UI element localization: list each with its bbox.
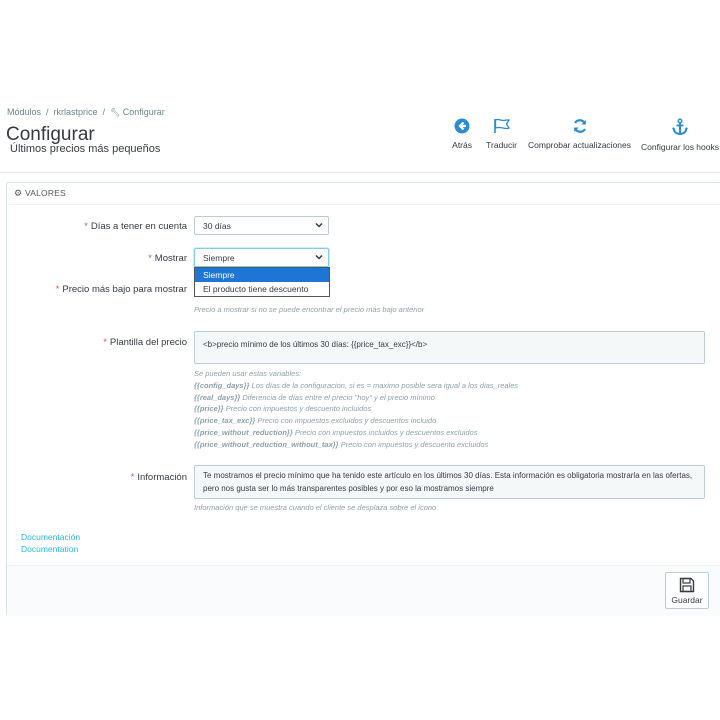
translate-label: Traducir	[486, 140, 517, 150]
days-label: * Días a tener en cuenta	[84, 221, 187, 232]
days-select-value: 30 días	[203, 221, 231, 231]
save-label: Guardar	[671, 595, 703, 605]
info-field[interactable]: Te mostramos el precio mínimo que ha ten…	[194, 465, 705, 499]
documentation-link-es[interactable]: Documentación	[21, 532, 80, 544]
configure-hooks-button[interactable]: Configurar los hooks	[641, 118, 719, 152]
floppy-disk-icon	[679, 577, 695, 593]
documentation-link-en[interactable]: Documentation	[21, 544, 80, 556]
info-label: * Información	[130, 472, 187, 483]
lowest-price-label: * Precio más bajo para mostrar	[55, 284, 187, 295]
breadcrumb: Módulos / rkrlastprice / 🔧︎ Configurar	[7, 107, 165, 117]
show-dropdown: Siempre El producto tiene descuento	[194, 267, 330, 297]
refresh-icon	[573, 119, 586, 133]
breadcrumb-configure: Configurar	[122, 107, 165, 117]
page-subtitle: Últimos precios más pequeños	[10, 143, 161, 155]
info-value: Te mostramos el precio mínimo que ha ten…	[203, 471, 693, 493]
check-updates-button[interactable]: Comprobar actualizaciones	[528, 118, 631, 150]
flag-icon	[493, 118, 510, 133]
panel-heading: ⚙︎ VALORES	[7, 183, 720, 205]
template-value: <b>precio mínimo de los últimos 30 días:…	[203, 340, 428, 349]
wrench-icon: 🔧︎	[110, 108, 121, 117]
variable-item: {{price_tax_exc}} Precio con impuestos e…	[194, 416, 437, 426]
chevron-down-icon	[315, 222, 323, 228]
breadcrumb-module-name[interactable]: rkrlastprice	[54, 107, 98, 117]
days-select[interactable]: 30 días	[194, 216, 329, 235]
template-help: Se pueden usar estas variables: {{config…	[194, 368, 518, 451]
variable-item: {{price_without_reduction}} Precio con i…	[194, 427, 478, 437]
template-label: * Plantilla del precio	[103, 337, 187, 348]
chevron-down-icon	[315, 254, 323, 260]
panel-footer: Guardar	[7, 565, 720, 616]
help-intro: Se pueden usar estas variables:	[194, 369, 302, 378]
show-select-value: Siempre	[203, 253, 235, 263]
show-select[interactable]: Siempre	[194, 248, 329, 267]
back-button[interactable]: Atrás	[452, 118, 472, 150]
template-field[interactable]: <b>precio mínimo de los últimos 30 días:…	[194, 331, 705, 364]
variable-item: {{real_days}} Diferencia de días entre e…	[194, 392, 435, 402]
variable-item: {{price_without_reduction_without_tax}} …	[194, 439, 489, 449]
back-label: Atrás	[452, 140, 472, 150]
show-option[interactable]: El producto tiene descuento	[195, 282, 329, 296]
anchor-icon	[672, 118, 689, 136]
panel-title: VALORES	[25, 188, 66, 198]
documentation-links: Documentación Documentation	[21, 532, 80, 555]
show-option[interactable]: Siempre	[195, 268, 329, 282]
breadcrumb-modules[interactable]: Módulos	[7, 107, 41, 117]
check-updates-label: Comprobar actualizaciones	[528, 140, 631, 150]
save-button[interactable]: Guardar	[665, 572, 709, 609]
settings-panel: ⚙︎ VALORES * Días a tener en cuenta 30 dí…	[6, 182, 720, 616]
arrow-circle-left-icon	[454, 118, 470, 134]
show-label: * Mostrar	[148, 253, 187, 264]
translate-button[interactable]: Traducir	[486, 118, 517, 150]
lowest-price-help: Precio a mostrar si no se puede encontra…	[194, 305, 425, 314]
variable-item: {{config_days}} Los días de la configura…	[194, 380, 519, 390]
info-help: Información que se muestra cuando el cli…	[194, 503, 437, 512]
configure-hooks-label: Configurar los hooks	[641, 142, 719, 152]
cogs-icon: ⚙︎	[14, 188, 23, 198]
page-header: Módulos / rkrlastprice / 🔧︎ Configurar Confi…	[0, 100, 720, 173]
variable-item: {{price}} Precio con impuestos y descuen…	[194, 404, 372, 414]
